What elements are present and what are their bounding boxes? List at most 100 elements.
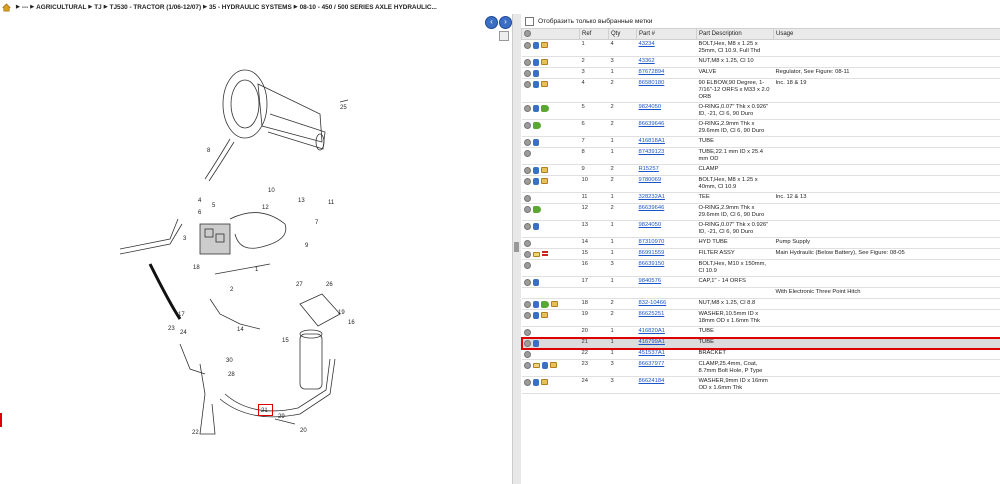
info-icon[interactable] [523, 194, 531, 202]
note-icon[interactable] [540, 312, 548, 318]
table-row[interactable]: 13 1 9824050 O-RING,0.07" Thk x 0.926" ID, … [521, 220, 1000, 238]
callout-label[interactable]: 8 [207, 148, 211, 154]
cart-icon[interactable] [532, 58, 539, 66]
part-number-link[interactable]: 86991559 [639, 250, 665, 256]
header-qty[interactable]: Qty [608, 28, 637, 40]
cart-icon[interactable] [532, 300, 539, 308]
breadcrumb-item[interactable]: TJ [94, 4, 101, 11]
header-icon-column[interactable] [521, 28, 580, 40]
callout-label[interactable]: 10 [268, 188, 275, 194]
header-usage[interactable]: Usage [773, 28, 1000, 40]
callout-label[interactable]: 16 [348, 320, 355, 326]
info-icon[interactable] [523, 166, 531, 174]
cart-icon[interactable] [532, 311, 539, 319]
table-row[interactable]: 22 1 451537A1 BRACKET [521, 348, 1000, 360]
note-icon[interactable] [550, 301, 558, 307]
table-row[interactable]: 17 1 9840576 CAP,1" - 14 ORFS [521, 276, 1000, 288]
info-icon[interactable] [523, 205, 531, 213]
table-row[interactable]: 24 3 86624184 WASHER,9mm ID x 16mm OD x 1.6… [521, 376, 1000, 394]
table-row[interactable]: 21 1 416799A1 TUBE [520, 336, 1000, 350]
note-icon[interactable] [540, 59, 548, 65]
part-number-link[interactable]: 87672894 [639, 69, 665, 75]
callout-label[interactable]: 19 [338, 310, 345, 316]
green-arrow-icon[interactable] [532, 121, 541, 129]
part-number-link[interactable]: 9824050 [639, 104, 662, 110]
cart-icon[interactable] [532, 138, 539, 146]
info-icon[interactable] [523, 177, 531, 185]
callout-label[interactable]: 12 [262, 205, 269, 211]
table-row[interactable]: 23 3 86637977 CLAMP,25.4mm, Coat, 8.7mm Bol… [521, 359, 1000, 377]
note-icon[interactable] [540, 42, 548, 48]
info-icon[interactable] [523, 339, 531, 347]
part-number-link[interactable]: 9840576 [639, 278, 662, 284]
info-icon[interactable] [523, 121, 531, 129]
part-number-link[interactable]: 86639646 [639, 205, 665, 211]
breadcrumb-item[interactable]: AGRICULTURAL [36, 4, 86, 11]
part-number-link[interactable]: 87439123 [639, 149, 665, 155]
table-row[interactable]: 19 2 86625251 WASHER,10.5mm ID x 18mm OD x … [521, 309, 1000, 327]
part-number-link[interactable]: R15257 [639, 166, 659, 172]
table-row[interactable]: 14 1 87310970 HYD TUBE Pump Supply [521, 237, 1000, 249]
info-icon[interactable] [523, 300, 531, 308]
info-icon[interactable] [523, 250, 531, 258]
note-icon[interactable] [540, 379, 548, 385]
header-description[interactable]: Part Description [696, 28, 774, 40]
info-icon[interactable] [523, 104, 531, 112]
callout-label[interactable]: 27 [296, 282, 303, 288]
part-number-link[interactable]: 86580180 [639, 80, 665, 86]
callout-label[interactable]: 25 [340, 105, 347, 111]
table-row[interactable]: 4 2 86580180 90 ELBOW,90 Degree, 1-7/16"-12… [521, 78, 1000, 103]
info-icon[interactable] [523, 261, 531, 269]
callout-label[interactable]: 7 [315, 220, 319, 226]
warning-flag-icon[interactable] [541, 251, 548, 257]
cart-icon[interactable] [532, 80, 539, 88]
info-icon[interactable] [523, 80, 531, 88]
cart-icon[interactable] [532, 41, 539, 49]
callout-label[interactable]: 9 [305, 243, 309, 249]
envelope-icon[interactable] [532, 251, 540, 257]
info-icon[interactable] [523, 58, 531, 66]
info-icon[interactable] [523, 278, 531, 286]
callout-label[interactable]: 14 [237, 327, 244, 333]
cart-icon[interactable] [532, 69, 539, 77]
part-number-link[interactable]: 451537A1 [639, 350, 665, 356]
table-row[interactable]: 7 1 416818A1 TUBE [521, 136, 1000, 148]
info-icon[interactable] [523, 41, 531, 49]
green-arrow-icon[interactable] [540, 104, 549, 112]
info-icon[interactable] [523, 350, 531, 358]
header-ref[interactable]: Ref [579, 28, 609, 40]
cart-icon[interactable] [541, 361, 548, 369]
table-row[interactable]: 9 2 R15257 CLAMP [521, 164, 1000, 176]
callout-label[interactable]: 17 [178, 312, 185, 318]
table-row[interactable]: 3 1 87672894 VALVE Regulator, See Figure: 08… [521, 67, 1000, 79]
green-arrow-icon[interactable] [540, 300, 549, 308]
callout-label[interactable]: 18 [193, 265, 200, 271]
info-icon[interactable] [523, 149, 531, 157]
part-number-link[interactable]: 86625251 [639, 311, 665, 317]
info-icon[interactable] [523, 361, 531, 369]
part-number-link[interactable]: 87310970 [639, 239, 665, 245]
callout-label[interactable]: 3 [183, 236, 187, 242]
home-icon[interactable] [2, 3, 11, 12]
note-icon[interactable] [549, 362, 557, 368]
gear-icon[interactable] [524, 29, 531, 37]
part-number-link[interactable]: 832-10466 [639, 300, 667, 306]
table-row[interactable]: 11 1 328232A1 TEE Inc. 12 & 13 [521, 192, 1000, 204]
breadcrumb-item[interactable]: TJ530 - TRACTOR (1/06-12/07) [110, 4, 202, 11]
note-icon[interactable] [540, 81, 548, 87]
callout-label[interactable]: 20 [300, 428, 307, 434]
part-number-link[interactable]: 416799A1 [639, 339, 665, 345]
callout-label[interactable]: 4 [198, 198, 202, 204]
info-icon[interactable] [523, 328, 531, 336]
envelope-icon[interactable] [532, 362, 540, 368]
part-number-link[interactable]: 86639150 [639, 261, 665, 267]
callout-label[interactable]: 11 [328, 200, 335, 206]
cart-icon[interactable] [532, 278, 539, 286]
cart-icon[interactable] [532, 222, 539, 230]
table-row[interactable]: 10 2 9780069 BOLT,Hex, M8 x 1.25 x 40mm, Cl… [521, 175, 1000, 193]
info-icon[interactable] [523, 222, 531, 230]
part-number-link[interactable]: 328232A1 [639, 194, 665, 200]
breadcrumb-item[interactable]: 35 - HYDRAULIC SYSTEMS [209, 4, 292, 11]
show-selected-checkbox[interactable] [525, 16, 534, 26]
callout-label[interactable]: 30 [226, 358, 233, 364]
